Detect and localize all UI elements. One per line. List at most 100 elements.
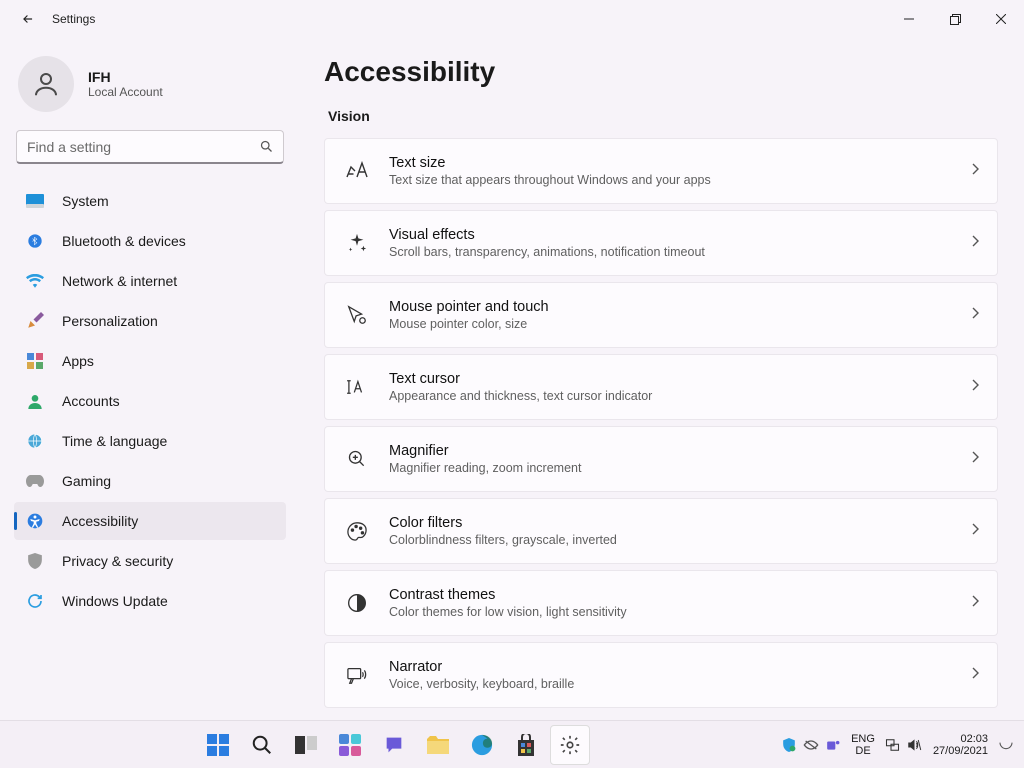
nav-label: System <box>62 193 109 209</box>
chevron-right-icon <box>971 378 979 396</box>
nav-time-language[interactable]: Time & language <box>14 422 286 460</box>
nav-label: Network & internet <box>62 273 177 289</box>
teams-tray-icon <box>825 737 841 753</box>
nav-label: Personalization <box>62 313 158 329</box>
card-sub: Voice, verbosity, keyboard, braille <box>389 677 971 691</box>
shield-icon <box>26 552 44 570</box>
nav-system[interactable]: System <box>14 182 286 220</box>
sparkle-icon <box>343 232 371 254</box>
cursor-icon <box>343 304 371 326</box>
nav-label: Apps <box>62 353 94 369</box>
text-cursor-icon <box>343 378 371 396</box>
avatar-icon <box>18 56 74 112</box>
nav-label: Accounts <box>62 393 120 409</box>
nav-label: Time & language <box>62 433 167 449</box>
nav-bluetooth[interactable]: Bluetooth & devices <box>14 222 286 260</box>
close-button[interactable] <box>978 3 1024 35</box>
page-title: Accessibility <box>324 56 998 88</box>
titlebar: Settings <box>0 0 1024 38</box>
chevron-right-icon <box>971 234 979 252</box>
nav-label: Windows Update <box>62 593 168 609</box>
nav-privacy[interactable]: Privacy & security <box>14 542 286 580</box>
card-sub: Scroll bars, transparency, animations, n… <box>389 245 971 259</box>
chevron-right-icon <box>971 666 979 684</box>
language-indicator[interactable]: ENG DE <box>851 733 875 757</box>
eye-tray-icon <box>803 737 819 753</box>
card-color-filters[interactable]: Color filters Colorblindness filters, gr… <box>324 498 998 564</box>
card-title: Text cursor <box>389 371 971 387</box>
update-icon <box>26 592 44 610</box>
minimize-button[interactable] <box>886 3 932 35</box>
system-tray[interactable] <box>885 737 923 753</box>
card-title: Contrast themes <box>389 587 971 603</box>
card-sub: Mouse pointer color, size <box>389 317 971 331</box>
nav-accounts[interactable]: Accounts <box>14 382 286 420</box>
tray-icons[interactable] <box>781 737 841 753</box>
brush-icon <box>26 312 44 330</box>
person-icon <box>26 392 44 410</box>
card-mouse-pointer[interactable]: Mouse pointer and touch Mouse pointer co… <box>324 282 998 348</box>
magnifier-icon <box>343 449 371 469</box>
main-content: Accessibility Vision Text size Text size… <box>300 38 1024 720</box>
taskbar-widgets[interactable] <box>330 725 370 765</box>
card-title: Mouse pointer and touch <box>389 299 971 315</box>
shield-tray-icon <box>781 737 797 753</box>
sidebar: IFH Local Account System Bluetooth & dev… <box>0 38 300 720</box>
card-sub: Colorblindness filters, grayscale, inver… <box>389 533 971 547</box>
taskbar-chat[interactable] <box>374 725 414 765</box>
chevron-right-icon <box>971 594 979 612</box>
taskbar-taskview[interactable] <box>286 725 326 765</box>
volume-tray-icon <box>907 737 923 753</box>
card-magnifier[interactable]: Magnifier Magnifier reading, zoom increm… <box>324 426 998 492</box>
nav-label: Accessibility <box>62 513 138 529</box>
start-button[interactable] <box>198 725 238 765</box>
nav-windows-update[interactable]: Windows Update <box>14 582 286 620</box>
narrator-icon <box>343 665 371 685</box>
taskbar-explorer[interactable] <box>418 725 458 765</box>
taskbar-settings[interactable] <box>550 725 590 765</box>
search-input[interactable] <box>16 130 284 164</box>
account-type: Local Account <box>88 85 163 99</box>
card-text-cursor[interactable]: Text cursor Appearance and thickness, te… <box>324 354 998 420</box>
account-name: IFH <box>88 69 163 85</box>
nav-label: Privacy & security <box>62 553 173 569</box>
nav-network[interactable]: Network & internet <box>14 262 286 300</box>
network-tray-icon <box>885 737 901 753</box>
card-sub: Text size that appears throughout Window… <box>389 173 971 187</box>
contrast-icon <box>343 593 371 613</box>
chevron-right-icon <box>971 522 979 540</box>
clock[interactable]: 02:03 27/09/2021 <box>933 733 988 757</box>
notifications-icon[interactable] <box>998 734 1014 755</box>
nav-list: System Bluetooth & devices Network & int… <box>14 182 286 620</box>
wifi-icon <box>26 272 44 290</box>
card-narrator[interactable]: Narrator Voice, verbosity, keyboard, bra… <box>324 642 998 708</box>
chevron-right-icon <box>971 450 979 468</box>
card-title: Visual effects <box>389 227 971 243</box>
card-visual-effects[interactable]: Visual effects Scroll bars, transparency… <box>324 210 998 276</box>
back-button[interactable] <box>20 11 36 27</box>
card-title: Text size <box>389 155 971 171</box>
taskbar-store[interactable] <box>506 725 546 765</box>
taskbar-edge[interactable] <box>462 725 502 765</box>
nav-label: Gaming <box>62 473 111 489</box>
nav-personalization[interactable]: Personalization <box>14 302 286 340</box>
card-sub: Color themes for low vision, light sensi… <box>389 605 971 619</box>
clock-globe-icon <box>26 432 44 450</box>
account-block[interactable]: IFH Local Account <box>14 48 286 128</box>
nav-label: Bluetooth & devices <box>62 233 186 249</box>
maximize-button[interactable] <box>932 3 978 35</box>
search-icon <box>259 139 274 159</box>
card-contrast-themes[interactable]: Contrast themes Color themes for low vis… <box>324 570 998 636</box>
nav-gaming[interactable]: Gaming <box>14 462 286 500</box>
card-text-size[interactable]: Text size Text size that appears through… <box>324 138 998 204</box>
nav-apps[interactable]: Apps <box>14 342 286 380</box>
accessibility-icon <box>26 512 44 530</box>
nav-accessibility[interactable]: Accessibility <box>14 502 286 540</box>
card-sub: Appearance and thickness, text cursor in… <box>389 389 971 403</box>
monitor-icon <box>26 192 44 210</box>
window-title: Settings <box>52 12 95 26</box>
chevron-right-icon <box>971 306 979 324</box>
chevron-right-icon <box>971 162 979 180</box>
taskbar-search[interactable] <box>242 725 282 765</box>
apps-icon <box>26 352 44 370</box>
